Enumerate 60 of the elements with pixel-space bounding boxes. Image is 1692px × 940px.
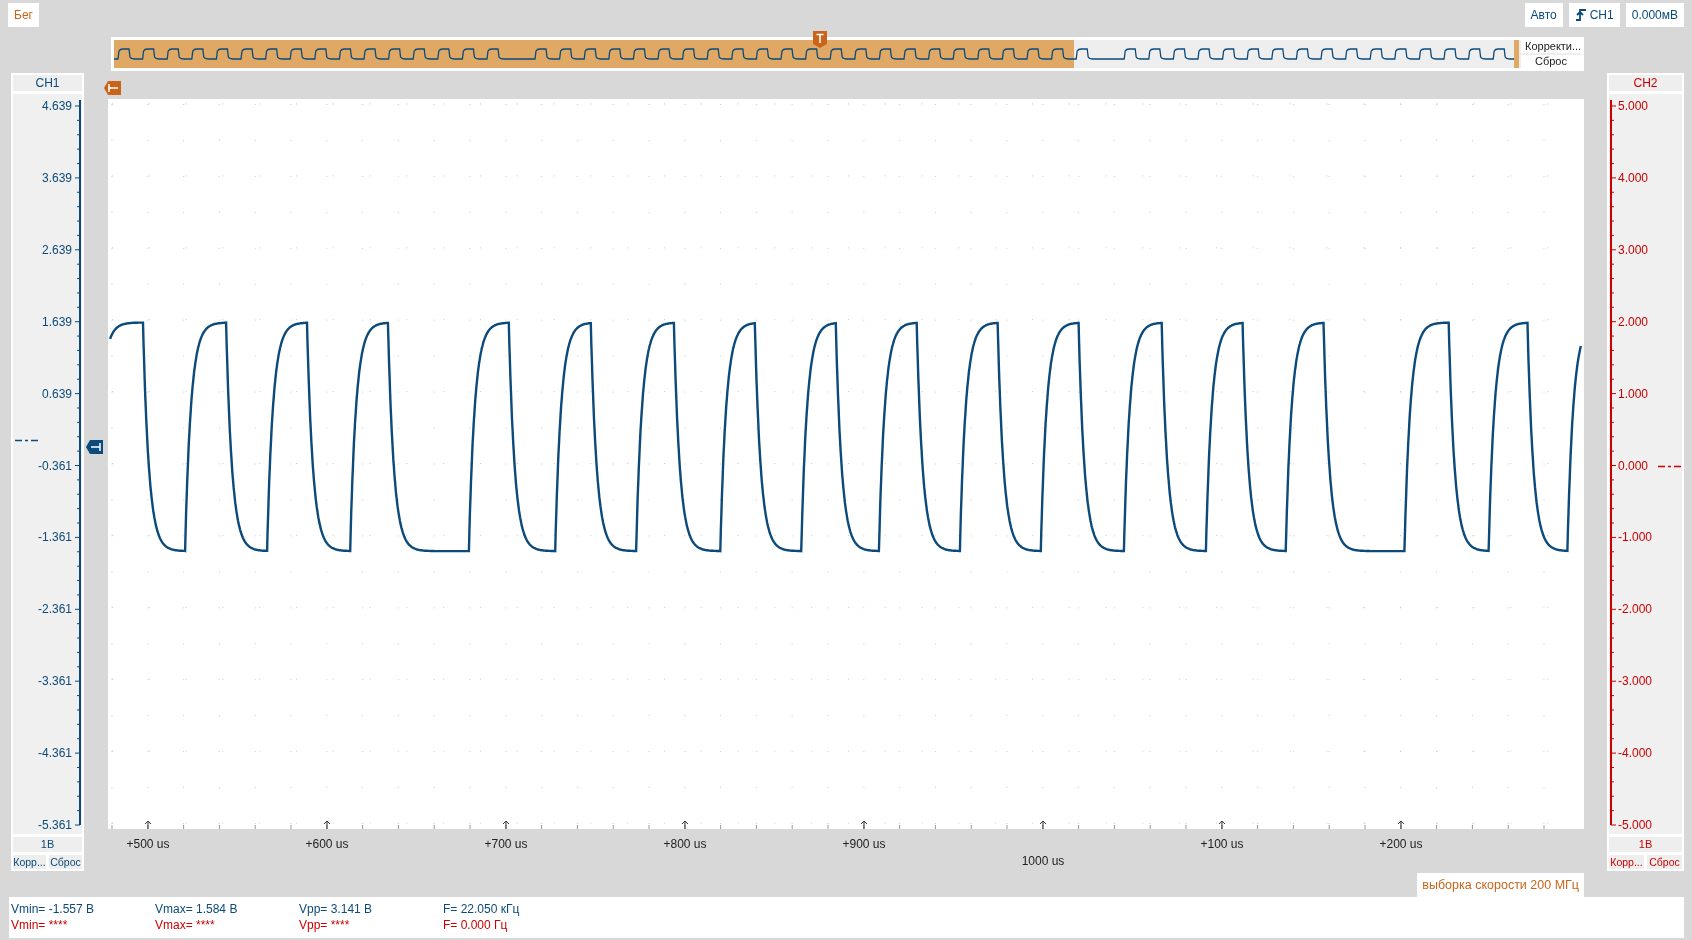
measurement-value: Vmax= 1.584 В <box>155 901 239 917</box>
measurement-value: Vmin= -1.557 В <box>11 901 96 917</box>
y-tick-label: 5.000 <box>1618 99 1649 113</box>
volts-per-division-label[interactable]: 1В <box>1609 837 1682 852</box>
y-tick-label: 0.639 <box>41 386 72 401</box>
y-tick-label: 2.000 <box>1618 314 1649 329</box>
measurement-value: Vmin= **** <box>11 917 69 933</box>
x-tick-label: +800 us <box>663 836 707 853</box>
volts-per-division-label[interactable]: 1В <box>13 837 82 852</box>
trigger-mode-label[interactable]: Авто <box>1524 3 1563 27</box>
measurement-value: Vmax= **** <box>155 917 216 933</box>
run-status-label[interactable]: Бег <box>8 3 39 27</box>
y-tick-label: 2.639 <box>41 242 72 257</box>
y-tick-label: 4.639 <box>41 99 72 113</box>
channel-offset-marker-icon[interactable] <box>86 440 103 454</box>
y-tick-label: -3.361 <box>37 674 72 689</box>
y-tick-label: 3.000 <box>1618 242 1649 257</box>
horizontal-position-marker-icon[interactable] <box>104 81 121 95</box>
y-tick-label: -1.361 <box>37 530 72 545</box>
channel-label[interactable]: CH1 <box>13 75 82 91</box>
y-tick-label: 0.000 <box>1618 458 1649 473</box>
overview-end-marker[interactable] <box>1514 40 1519 68</box>
rising-edge-icon <box>1574 8 1587 22</box>
y-tick-label: -3.000 <box>1618 674 1653 689</box>
measurement-value: Vpp= **** <box>299 917 351 933</box>
x-tick-label: +500 us <box>126 836 170 853</box>
sample-rate-label: выборка скорости 200 МГц <box>1417 873 1584 897</box>
measurement-value: Vpp= 3.141 В <box>299 901 374 917</box>
x-tick-label: +600 us <box>305 836 349 853</box>
overview-reset-button[interactable]: Сброс <box>1521 55 1581 68</box>
x-tick-label: +700 us <box>484 836 528 853</box>
y-tick-label: -4.000 <box>1618 746 1653 761</box>
trigger-marker-icon[interactable] <box>813 31 827 48</box>
x-tick-label: +100 us <box>1200 836 1244 853</box>
channel-label[interactable]: CH2 <box>1609 75 1682 91</box>
correct-button[interactable]: Корр... <box>13 855 46 869</box>
reset-button[interactable]: Сброс <box>49 855 82 869</box>
zero-level-marker <box>1658 465 1682 468</box>
y-tick-label: -4.361 <box>37 746 72 761</box>
y-tick-label: 3.639 <box>41 170 72 185</box>
x-tick-label: +200 us <box>1379 836 1423 853</box>
x-tick-label: 1000 us <box>1021 853 1065 870</box>
correct-button[interactable]: Корр... <box>1609 855 1644 869</box>
measurement-value: F= 22.050 кГц <box>443 901 521 917</box>
y-tick-label: 4.000 <box>1618 170 1649 185</box>
zero-level-marker <box>15 439 39 442</box>
trigger-level-label[interactable]: 0.000мВ <box>1625 3 1684 27</box>
y-tick-label: -5.361 <box>37 818 72 832</box>
y-tick-label: 1.000 <box>1618 386 1649 401</box>
measurement-value: F= 0.000 Гц <box>443 917 509 933</box>
reset-button[interactable]: Сброс <box>1647 855 1682 869</box>
y-tick-label: -2.361 <box>37 602 72 617</box>
trigger-channel-button[interactable]: CH1 <box>1568 3 1620 27</box>
y-tick-label: -0.361 <box>37 458 72 473</box>
y-tick-label: -1.000 <box>1618 530 1653 545</box>
y-tick-label: -2.000 <box>1618 602 1653 617</box>
y-tick-label: 1.639 <box>41 314 72 329</box>
y-tick-label: -5.000 <box>1618 818 1653 832</box>
overview-correct-button[interactable]: Корректи... <box>1521 40 1581 53</box>
x-tick-label: +900 us <box>842 836 886 853</box>
